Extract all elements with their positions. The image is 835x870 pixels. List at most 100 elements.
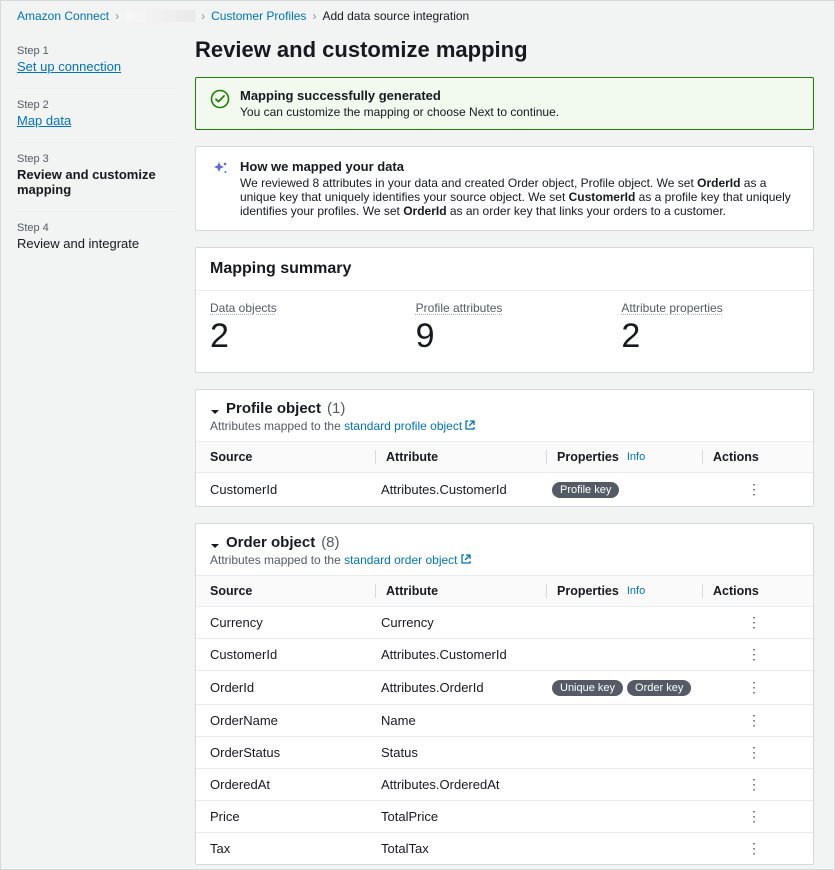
- property-badge: Unique key: [552, 680, 623, 696]
- col-actions: Actions: [713, 584, 759, 598]
- profile-object-card: Profile object (1) Attributes mapped to …: [195, 389, 814, 507]
- chevron-right-icon: ›: [201, 9, 205, 23]
- properties-info-link[interactable]: Info: [627, 585, 645, 597]
- standard-order-object-link[interactable]: standard order object: [344, 553, 471, 567]
- table-row: CustomerId Attributes.CustomerId ⋮: [196, 639, 813, 671]
- step-1-link[interactable]: Set up connection: [17, 59, 121, 74]
- cell-attribute: Currency: [381, 615, 546, 630]
- cell-source: Currency: [210, 615, 375, 630]
- property-badge: Order key: [627, 680, 691, 696]
- step-label: Step 2: [17, 99, 175, 111]
- summary-value: 9: [416, 317, 594, 356]
- properties-info-link[interactable]: Info: [627, 451, 645, 463]
- row-actions-menu[interactable]: ⋮: [747, 745, 761, 759]
- row-actions-menu[interactable]: ⋮: [747, 482, 761, 496]
- row-actions-menu[interactable]: ⋮: [747, 680, 761, 694]
- cell-source: OrderedAt: [210, 777, 375, 792]
- summary-heading: Mapping summary: [210, 260, 799, 278]
- summary-value: 2: [621, 317, 799, 356]
- cell-actions: ⋮: [708, 809, 763, 824]
- cell-actions: ⋮: [708, 841, 763, 856]
- main-content: Review and customize mapping Mapping suc…: [191, 31, 834, 869]
- cell-actions: ⋮: [708, 615, 763, 630]
- cell-attribute: Attributes.CustomerId: [381, 647, 546, 662]
- row-actions-menu[interactable]: ⋮: [747, 713, 761, 727]
- cell-actions: ⋮: [708, 745, 763, 760]
- cell-source: CustomerId: [210, 647, 375, 662]
- breadcrumb-current: Add data source integration: [322, 9, 469, 23]
- alert-body: You can customize the mapping or choose …: [240, 105, 559, 119]
- row-actions-menu[interactable]: ⋮: [747, 809, 761, 823]
- cell-actions: ⋮: [708, 647, 763, 662]
- order-object-title: Order object: [226, 534, 315, 551]
- row-actions-menu[interactable]: ⋮: [747, 615, 761, 629]
- external-link-icon: [460, 553, 472, 565]
- step-label: Step 1: [17, 45, 175, 57]
- col-attribute: Attribute: [386, 450, 438, 464]
- success-check-icon: [210, 89, 230, 109]
- summary-data-objects: Data objects 2: [196, 291, 402, 372]
- row-actions-menu[interactable]: ⋮: [747, 777, 761, 791]
- breadcrumb-customer-profiles[interactable]: Customer Profiles: [211, 9, 306, 23]
- col-source: Source: [210, 450, 375, 464]
- profile-object-toggle[interactable]: Profile object (1): [210, 400, 799, 417]
- summary-attribute-properties: Attribute properties 2: [607, 291, 813, 372]
- summary-value: 2: [210, 317, 388, 356]
- cell-actions: ⋮: [708, 482, 763, 497]
- cell-actions: ⋮: [708, 777, 763, 792]
- table-header: Source Attribute PropertiesInfo Actions: [196, 575, 813, 607]
- table-row: CustomerIdAttributes.CustomerIdProfile k…: [196, 473, 813, 506]
- step-2-link[interactable]: Map data: [17, 113, 71, 128]
- chevron-right-icon: ›: [115, 9, 119, 23]
- cell-source: OrderStatus: [210, 745, 375, 760]
- summary-profile-attributes: Profile attributes 9: [402, 291, 608, 372]
- breadcrumb-root[interactable]: Amazon Connect: [17, 9, 109, 23]
- cell-attribute: Attributes.CustomerId: [381, 482, 546, 497]
- alert-title: Mapping successfully generated: [240, 88, 559, 103]
- order-object-subtitle: Attributes mapped to the standard order …: [210, 553, 799, 567]
- sparkle-icon: [210, 160, 230, 180]
- row-actions-menu[interactable]: ⋮: [747, 841, 761, 855]
- cell-attribute: TotalTax: [381, 841, 546, 856]
- table-row: TaxTotalTax⋮: [196, 833, 813, 864]
- profile-object-count: (1): [327, 400, 345, 417]
- standard-profile-object-link[interactable]: standard profile object: [344, 419, 476, 433]
- table-row: PriceTotalPrice⋮: [196, 801, 813, 833]
- cell-attribute: Name: [381, 713, 546, 728]
- alert-success: Mapping successfully generated You can c…: [195, 77, 814, 130]
- sub-prefix: Attributes mapped to the: [210, 553, 344, 567]
- sub-prefix: Attributes mapped to the: [210, 419, 344, 433]
- col-properties: Properties: [557, 584, 619, 598]
- breadcrumb-instance-redacted: [125, 10, 195, 22]
- col-source: Source: [210, 584, 375, 598]
- step-4: Step 4 Review and integrate: [17, 212, 175, 265]
- summary-label: Data objects: [210, 301, 388, 315]
- step-1: Step 1 Set up connection: [17, 35, 175, 89]
- order-object-count: (8): [321, 534, 339, 551]
- cell-actions: ⋮: [708, 680, 763, 695]
- cell-source: OrderName: [210, 713, 375, 728]
- chevron-right-icon: ›: [312, 9, 316, 23]
- summary-label: Profile attributes: [416, 301, 594, 315]
- row-actions-menu[interactable]: ⋮: [747, 647, 761, 661]
- step-label: Step 4: [17, 222, 175, 234]
- cell-properties: Unique keyOrder key: [552, 679, 702, 696]
- cell-attribute: Attributes.OrderedAt: [381, 777, 546, 792]
- external-link-icon: [464, 419, 476, 431]
- cell-attribute: Attributes.OrderId: [381, 680, 546, 695]
- step-label: Step 3: [17, 153, 175, 165]
- order-object-toggle[interactable]: Order object (8): [210, 534, 799, 551]
- col-actions: Actions: [713, 450, 759, 464]
- cell-source: OrderId: [210, 680, 375, 695]
- cell-actions: ⋮: [708, 713, 763, 728]
- profile-object-subtitle: Attributes mapped to the standard profil…: [210, 419, 799, 433]
- how-we-mapped-card: How we mapped your data We reviewed 8 at…: [195, 146, 814, 231]
- mapping-summary-card: Mapping summary Data objects 2 Profile a…: [195, 247, 814, 373]
- table-row: OrderName Name ⋮: [196, 705, 813, 737]
- wizard-steps-sidebar: Step 1 Set up connection Step 2 Map data…: [1, 31, 191, 869]
- step-4-title: Review and integrate: [17, 236, 175, 251]
- table-row: Currency Currency ⋮: [196, 607, 813, 639]
- caret-down-icon: [210, 538, 220, 548]
- cell-source: Price: [210, 809, 375, 824]
- table-row: OrderedAt Attributes.OrderedAt ⋮: [196, 769, 813, 801]
